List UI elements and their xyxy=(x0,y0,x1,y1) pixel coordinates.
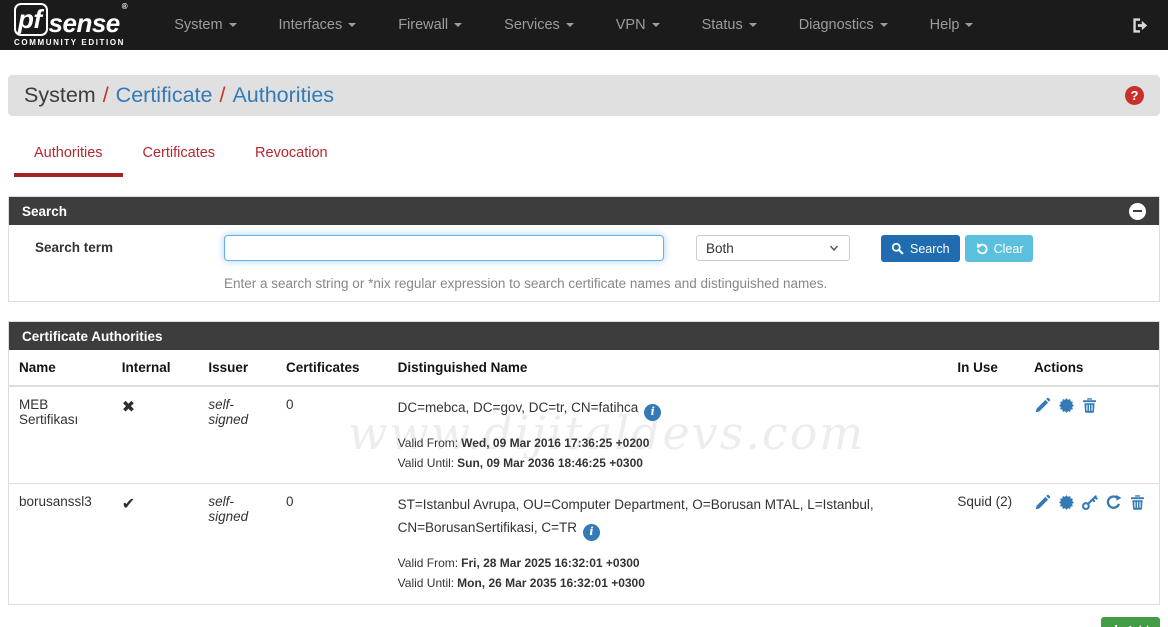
logo-sense-text: sense xyxy=(49,10,120,36)
col-header-certificates: Certificates xyxy=(276,350,388,386)
search-panel: Search Search term Both Search Clear En xyxy=(8,196,1160,302)
col-header-name: Name xyxy=(9,350,112,386)
col-header-dn: Distinguished Name xyxy=(388,350,948,386)
table-row: borusanssl3 ✔ self-signed 0 ST=Istanbul … xyxy=(9,484,1159,604)
ca-cert-count: 0 xyxy=(276,484,388,604)
breadcrumb-separator: / xyxy=(96,83,116,108)
ca-issuer: self-signed xyxy=(198,484,276,604)
chevron-down-icon xyxy=(828,242,840,254)
ca-in-use xyxy=(947,386,1024,484)
certificate-authorities-panel: Certificate Authorities Name Internal Is… xyxy=(8,321,1160,605)
valid-from-label: Valid From: xyxy=(398,556,458,570)
ca-dn: ST=Istanbul Avrupa, OU=Computer Departme… xyxy=(398,497,874,535)
collapse-minus-icon[interactable] xyxy=(1129,203,1146,220)
ca-dn: DC=mebca, DC=gov, DC=tr, CN=fatihca xyxy=(398,400,639,415)
tab-revocation[interactable]: Revocation xyxy=(235,137,348,177)
caret-down-icon xyxy=(880,23,888,27)
breadcrumb-link-certificate[interactable]: Certificate xyxy=(116,83,213,108)
search-button[interactable]: Search xyxy=(881,235,960,262)
caret-down-icon xyxy=(348,23,356,27)
caret-down-icon xyxy=(454,23,462,27)
export-certificate-icon[interactable] xyxy=(1058,397,1075,414)
ca-name: borusanssl3 xyxy=(9,484,112,604)
caret-down-icon xyxy=(229,23,237,27)
col-header-actions: Actions xyxy=(1024,350,1159,386)
menu-interfaces[interactable]: Interfaces xyxy=(258,0,378,50)
main-menu: System Interfaces Firewall Services VPN … xyxy=(153,0,994,50)
table-header-row: Name Internal Issuer Certificates Distin… xyxy=(9,350,1159,386)
info-icon[interactable]: i xyxy=(583,524,600,541)
search-hint-text: Enter a search string or *nix regular ex… xyxy=(224,276,1159,291)
ca-name: MEB Sertifikası xyxy=(9,386,112,484)
table-row: MEB Sertifikası ✖ self-signed 0 DC=mebca… xyxy=(9,386,1159,484)
valid-until-date: Sun, 09 Mar 2036 18:46:25 +0300 xyxy=(457,456,643,470)
sign-out-icon[interactable] xyxy=(1127,12,1154,39)
ca-issuer: self-signed xyxy=(198,386,276,484)
caret-down-icon xyxy=(749,23,757,27)
export-key-icon[interactable] xyxy=(1081,494,1098,511)
plus-icon: + xyxy=(1112,622,1121,627)
breadcrumb-root: System xyxy=(24,83,96,108)
menu-vpn[interactable]: VPN xyxy=(595,0,681,50)
renew-refresh-icon[interactable] xyxy=(1105,494,1122,511)
selected-scope: Both xyxy=(706,241,734,256)
valid-until-date: Mon, 26 Mar 2035 16:32:01 +0300 xyxy=(457,576,645,590)
ca-panel-title: Certificate Authorities xyxy=(22,329,163,344)
valid-from-date: Fri, 28 Mar 2025 16:32:01 +0300 xyxy=(461,556,639,570)
search-panel-header: Search xyxy=(9,197,1159,225)
delete-trash-icon[interactable] xyxy=(1081,397,1098,414)
registered-mark: ® xyxy=(122,3,127,11)
edit-pencil-icon[interactable] xyxy=(1034,397,1051,414)
help-icon[interactable]: ? xyxy=(1125,86,1144,105)
info-icon[interactable]: i xyxy=(644,404,661,421)
col-header-internal: Internal xyxy=(112,350,199,386)
search-input[interactable] xyxy=(224,235,664,261)
valid-until-label: Valid Until: xyxy=(398,576,454,590)
pfsense-logo[interactable]: pfsense® COMMUNITY EDITION xyxy=(14,3,127,47)
menu-services[interactable]: Services xyxy=(483,0,595,50)
menu-status[interactable]: Status xyxy=(681,0,778,50)
undo-icon xyxy=(975,242,989,256)
breadcrumb-separator: / xyxy=(212,83,232,108)
tab-certificates[interactable]: Certificates xyxy=(123,137,236,177)
delete-trash-icon[interactable] xyxy=(1129,494,1146,511)
col-header-issuer: Issuer xyxy=(198,350,276,386)
search-panel-title: Search xyxy=(22,204,67,219)
ca-panel-header: Certificate Authorities xyxy=(9,322,1159,350)
add-button[interactable]: + Add xyxy=(1101,617,1160,627)
valid-from-date: Wed, 09 Mar 2016 17:36:25 +0200 xyxy=(461,436,649,450)
logo-edition-text: COMMUNITY EDITION xyxy=(14,39,127,47)
search-icon xyxy=(891,242,905,256)
caret-down-icon xyxy=(965,23,973,27)
breadcrumb: System / Certificate / Authorities xyxy=(24,83,334,108)
breadcrumb-bar: System / Certificate / Authorities ? xyxy=(8,75,1160,116)
edit-pencil-icon[interactable] xyxy=(1034,494,1051,511)
check-icon: ✔ xyxy=(122,496,135,513)
menu-diagnostics[interactable]: Diagnostics xyxy=(778,0,909,50)
export-certificate-icon[interactable] xyxy=(1058,494,1075,511)
search-scope-select[interactable]: Both xyxy=(696,235,850,261)
ca-in-use: Squid (2) xyxy=(947,484,1024,604)
menu-firewall[interactable]: Firewall xyxy=(377,0,483,50)
logo-pf-mark: pf xyxy=(14,3,48,36)
ca-table: Name Internal Issuer Certificates Distin… xyxy=(9,350,1159,604)
cross-icon: ✖ xyxy=(122,399,135,416)
ca-cert-count: 0 xyxy=(276,386,388,484)
menu-help[interactable]: Help xyxy=(909,0,995,50)
top-navbar: pfsense® COMMUNITY EDITION System Interf… xyxy=(0,0,1168,50)
caret-down-icon xyxy=(652,23,660,27)
menu-system[interactable]: System xyxy=(153,0,257,50)
caret-down-icon xyxy=(566,23,574,27)
valid-until-label: Valid Until: xyxy=(398,456,454,470)
breadcrumb-link-authorities[interactable]: Authorities xyxy=(232,83,334,108)
col-header-inuse: In Use xyxy=(947,350,1024,386)
page-tabs: Authorities Certificates Revocation xyxy=(14,137,1168,177)
tab-authorities[interactable]: Authorities xyxy=(14,137,123,177)
search-term-label: Search term xyxy=(35,235,224,255)
clear-button[interactable]: Clear xyxy=(965,235,1034,262)
valid-from-label: Valid From: xyxy=(398,436,458,450)
